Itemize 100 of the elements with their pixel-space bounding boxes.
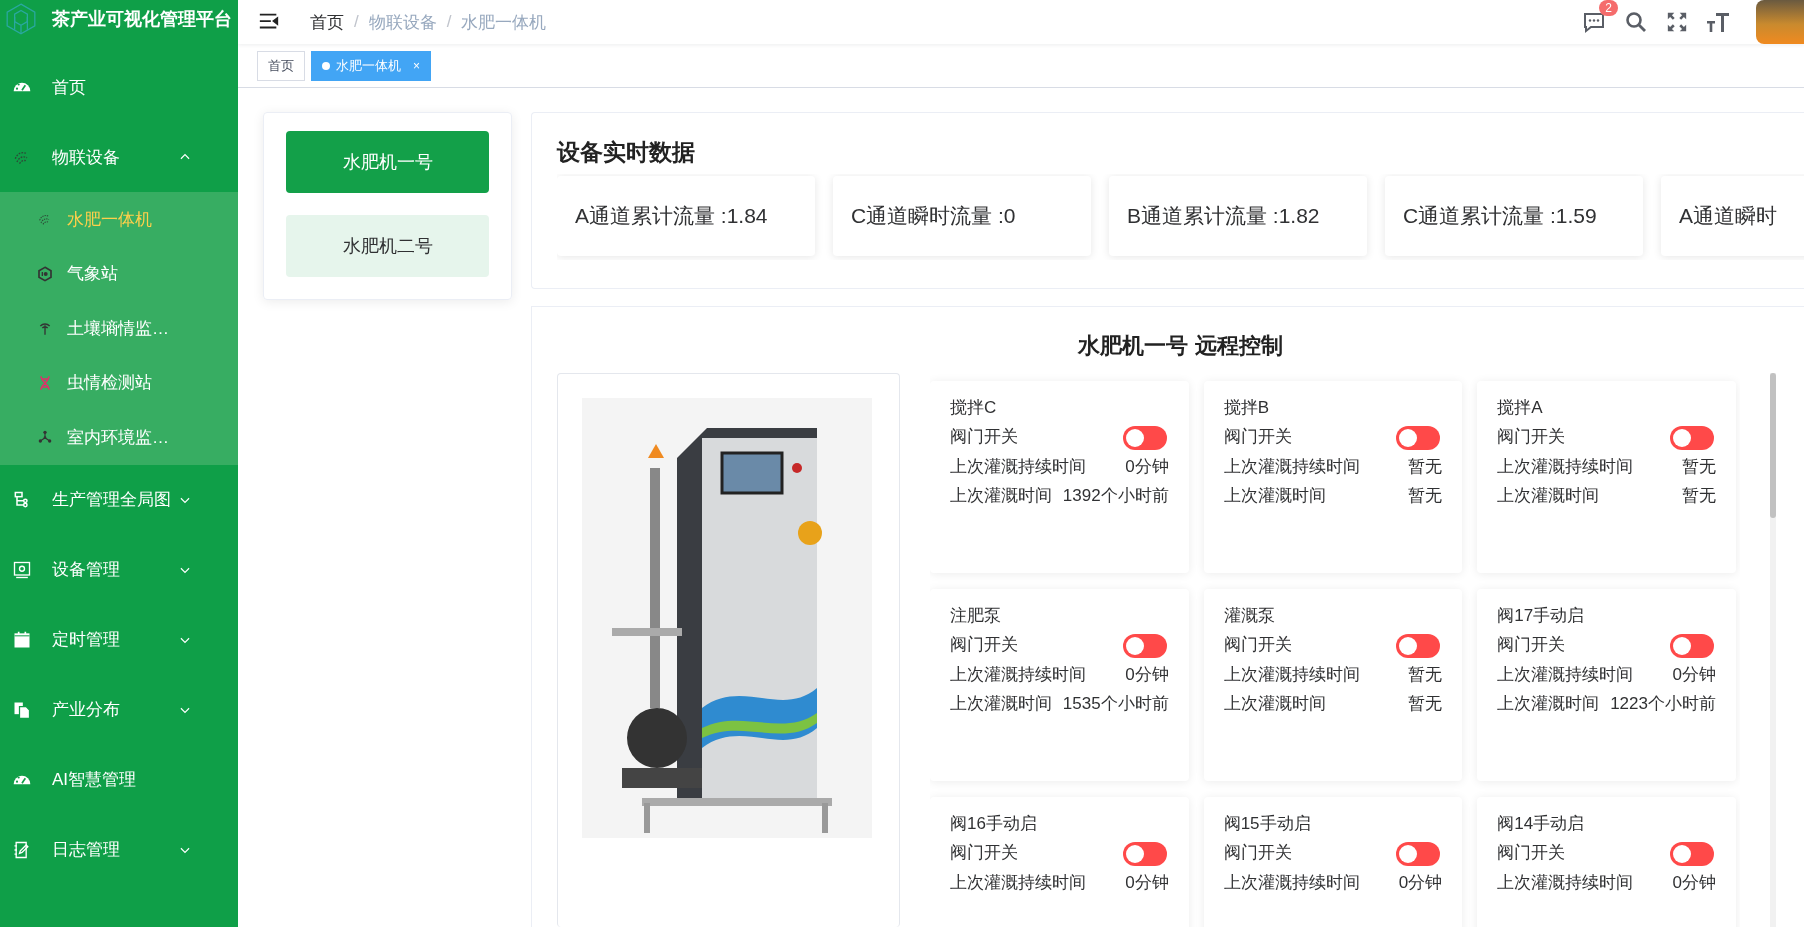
breadcrumb-item: 物联设备 [368,11,437,34]
valve-toggle[interactable] [1122,633,1167,658]
field-label: 上次灌溉持续时间 [950,455,1086,478]
search-icon[interactable] [1624,10,1648,34]
field-value: 0分钟 [1125,871,1169,894]
page-tab[interactable]: 水肥一体机 × [311,50,431,81]
field-value: 1392个小时前 [1062,484,1169,507]
active-dot-icon [322,61,330,70]
switch-label: 阀门开关 [1497,842,1566,865]
device-button[interactable]: 水肥机一号 [286,131,489,193]
antenna-icon [37,320,53,337]
switch-label: 阀门开关 [1223,634,1292,657]
valve-toggle[interactable] [1396,841,1441,866]
device-button[interactable]: 水肥机二号 [286,215,489,277]
submenu-item[interactable]: 水肥一体机 [0,192,238,247]
field-value: 暂无 [1682,484,1716,507]
field-value: 0分钟 [1125,455,1169,478]
page-tab[interactable]: 首页 [257,50,305,81]
valve-toggle[interactable] [1670,841,1714,866]
switch-label: 阀门开关 [1497,634,1566,657]
menu-item[interactable]: 生产管理全局图 [0,464,238,535]
monitor-gear-icon [12,559,32,580]
menu-item[interactable]: 首页 [0,52,238,122]
chat-icon[interactable] [1582,10,1606,34]
hexagon-network-logo [4,2,38,36]
device-name: 阀15手动启 [1223,813,1312,835]
breadcrumb-separator: / [354,12,359,32]
data-card: A通道瞬时 [1661,176,1804,256]
font-size-icon[interactable] [1706,10,1730,34]
dna-icon [37,374,53,391]
section-title: 设备实时数据 [557,138,696,167]
breadcrumb-link[interactable]: 首页 [310,10,344,34]
field-value: 1223个小时前 [1610,692,1716,715]
field-value: 0分钟 [1672,663,1716,686]
field-value: 暂无 [1408,455,1443,478]
field-label: 上次灌溉时间 [950,484,1052,507]
field-value: 0分钟 [1398,871,1443,894]
field-value: 暂无 [1682,455,1716,478]
switch-label: 阀门开关 [950,842,1018,865]
submenu-item[interactable]: 虫情检测站 [0,355,238,410]
device-name: 搅拌A [1497,397,1544,419]
data-card: C通道瞬时流量 :0 [833,176,1091,256]
submenu-item[interactable]: 气象站 [0,246,238,301]
section-title: 水肥机一号 远程控制 [1076,332,1284,360]
field-value: 暂无 [1408,692,1443,715]
field-value: 0分钟 [1672,871,1716,894]
field-label: 上次灌溉持续时间 [1497,871,1634,894]
edit-note-icon [12,839,32,860]
menu-item[interactable]: AI智慧管理 [0,744,238,815]
field-label: 上次灌溉持续时间 [1223,871,1360,894]
scrollbar[interactable] [1770,373,1776,927]
switch-label: 阀门开关 [1497,426,1566,449]
breadcrumb-separator: / [446,12,452,32]
valve-toggle[interactable] [1122,841,1167,866]
field-label: 上次灌溉持续时间 [1223,663,1360,686]
field-label: 上次灌溉持续时间 [950,663,1086,686]
switch-label: 阀门开关 [950,634,1018,657]
field-label: 上次灌溉持续时间 [1497,455,1634,478]
field-label: 上次灌溉时间 [950,692,1052,715]
device-name: 注肥泵 [950,605,1002,627]
field-value: 暂无 [1408,484,1443,507]
valve-toggle[interactable] [1122,425,1167,450]
data-card: C通道累计流量 :1.59 [1385,176,1643,256]
fullscreen-icon[interactable] [1666,11,1688,33]
field-label: 上次灌溉持续时间 [950,871,1086,894]
field-label: 上次灌溉时间 [1223,692,1326,715]
field-label: 上次灌溉持续时间 [1497,663,1634,686]
submenu-item[interactable]: 室内环境监… [0,410,238,465]
switch-label: 阀门开关 [950,426,1018,449]
field-label: 上次灌溉时间 [1223,484,1326,507]
menu-item[interactable]: 产业分布 [0,674,238,745]
field-label: 上次灌溉持续时间 [1223,455,1360,478]
device-name: 搅拌B [1223,397,1270,419]
molecule-icon [37,429,53,446]
submenu-item[interactable]: 土壤墒情监… [0,301,238,356]
field-value: 暂无 [1408,663,1443,686]
field-value: 1535个小时前 [1062,692,1169,715]
field-label: 上次灌溉时间 [1497,692,1600,715]
device-name: 阀17手动启 [1497,605,1586,627]
device-name: 阀16手动启 [950,813,1038,835]
calendar-icon [12,629,32,650]
tab-label: 水肥一体机 [336,56,401,75]
switch-label: 阀门开关 [1223,842,1292,865]
field-label: 上次灌溉时间 [1497,484,1600,507]
valve-toggle[interactable] [1670,633,1714,658]
app-title: 茶产业可视化管理平台 [52,8,232,31]
valve-toggle[interactable] [1396,633,1441,658]
menu-item[interactable]: 日志管理 [0,814,238,885]
menu-item[interactable]: 定时管理 [0,604,238,675]
breadcrumb-item: 水肥一体机 [461,11,547,34]
valve-toggle[interactable] [1670,425,1714,450]
data-card: B通道累计流量 :1.82 [1109,176,1367,256]
avatar-photo-placeholder[interactable] [1756,0,1804,44]
valve-toggle[interactable] [1396,425,1441,450]
device-name: 阀14手动启 [1497,813,1586,835]
data-card: A通道累计流量 :1.84 [557,176,815,256]
menu-item[interactable]: 物联设备 [0,122,238,192]
device-name: 搅拌C [950,397,998,419]
close-tab-button[interactable]: × [413,58,420,73]
menu-item[interactable]: 设备管理 [0,534,238,605]
